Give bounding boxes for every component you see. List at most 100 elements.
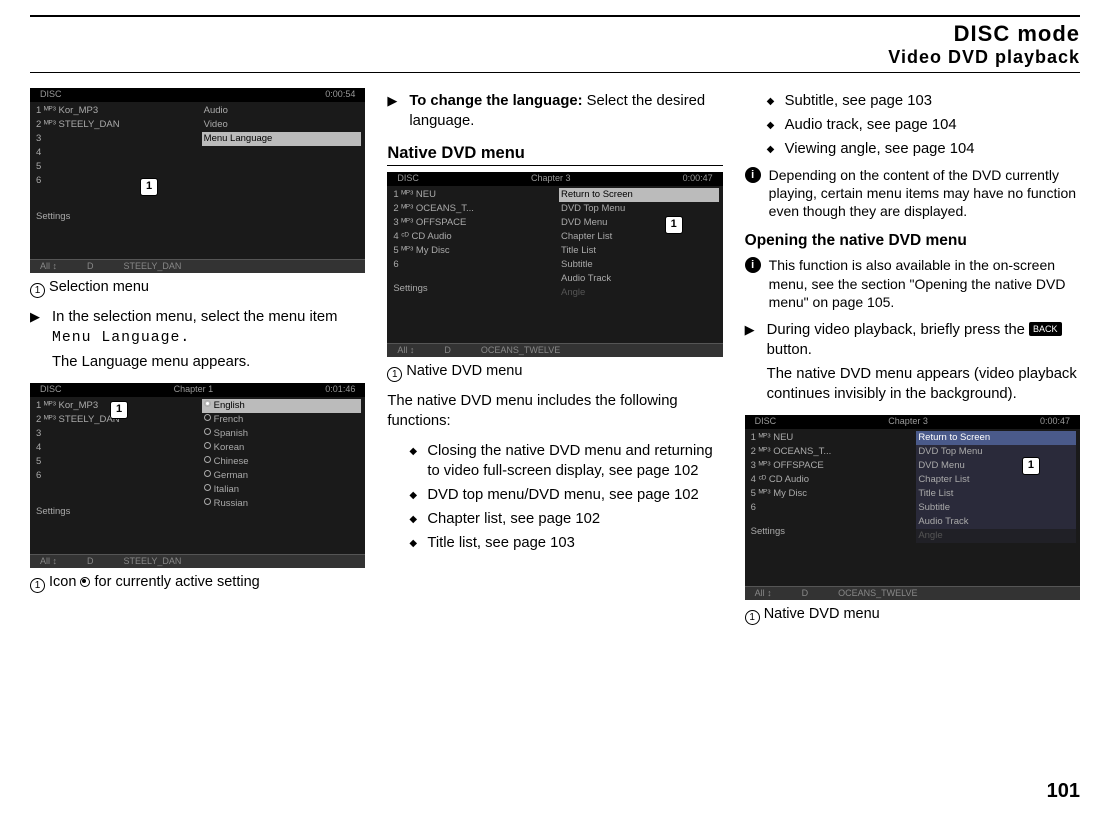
ss-chapter: Chapter 3 bbox=[888, 416, 928, 428]
ss-title: DISC bbox=[397, 173, 419, 185]
menu-item: Chapter List bbox=[916, 473, 1076, 487]
step-text: In the selection menu, select the menu i… bbox=[52, 308, 365, 349]
menu-item: Audio Track bbox=[916, 515, 1076, 529]
bullet-item: Viewing angle, see page 104 bbox=[767, 140, 1080, 160]
callout-1: 1 bbox=[140, 178, 158, 196]
bullet-item: Audio track, see page 104 bbox=[767, 116, 1080, 136]
bullet-item: Closing the native DVD menu and returnin… bbox=[409, 442, 722, 482]
lang-item: Chinese bbox=[202, 455, 362, 469]
screenshot-selection-menu: DISC 0:00:54 1 ᴹᴾ³ Kor_MP3 2 ᴹᴾ³ STEELY_… bbox=[30, 88, 365, 273]
heading-opening-native: Opening the native DVD menu bbox=[745, 232, 1080, 250]
list-item: 1 ᴹᴾ³ NEU bbox=[749, 431, 909, 445]
lang-item: German bbox=[202, 469, 362, 483]
menu-item: Audio bbox=[202, 104, 362, 118]
instruction-step: ▶ To change the language: Select the des… bbox=[387, 92, 722, 132]
list-item: 5 bbox=[34, 160, 194, 174]
lang-item: Korean bbox=[202, 441, 362, 455]
callout-1: 1 bbox=[1022, 457, 1040, 475]
ss-time: 0:00:47 bbox=[1040, 416, 1070, 428]
step-text: During video playback, briefly press the… bbox=[767, 321, 1080, 361]
settings-label: Settings bbox=[34, 210, 194, 224]
list-item: 4 ᶜᴰ CD Audio bbox=[391, 230, 551, 244]
lang-item: Russian bbox=[202, 497, 362, 511]
menu-item: Title List bbox=[559, 244, 719, 258]
list-item: 6 bbox=[34, 469, 194, 483]
menu-item: DVD Menu bbox=[559, 216, 719, 230]
list-item: 3 bbox=[34, 427, 194, 441]
info-note-1: i Depending on the content of the DVD cu… bbox=[745, 166, 1080, 221]
ss-time: 0:00:54 bbox=[325, 89, 355, 101]
menu-item: Audio Track bbox=[559, 272, 719, 286]
info-icon: i bbox=[745, 167, 761, 183]
caption-text-a: Icon bbox=[49, 574, 80, 590]
menu-item: Chapter List bbox=[559, 230, 719, 244]
header-title: DISC mode bbox=[30, 21, 1080, 47]
menu-item-selected: Return to Screen bbox=[559, 188, 719, 202]
lang-item: Italian bbox=[202, 483, 362, 497]
screenshot-native-dvd-1: DISC Chapter 3 0:00:47 1 ᴹᴾ³ NEU 2 ᴹᴾ³ O… bbox=[387, 172, 722, 357]
ss-bot: D bbox=[802, 588, 809, 599]
list-item: 2 ᴹᴾ³ OCEANS_T... bbox=[749, 445, 909, 459]
page-header: DISC mode Video DVD playback bbox=[30, 15, 1080, 73]
function-list-cont: Subtitle, see page 103 Audio track, see … bbox=[767, 92, 1080, 160]
list-item: 4 bbox=[34, 146, 194, 160]
ss-title: DISC bbox=[40, 89, 62, 101]
column-3: Subtitle, see page 103 Audio track, see … bbox=[745, 88, 1080, 635]
info-text: This function is also available in the o… bbox=[769, 256, 1080, 311]
caption-text: Selection menu bbox=[49, 279, 149, 295]
ss-chapter: Chapter 1 bbox=[174, 384, 214, 396]
caption-3: 1 Native DVD menu bbox=[387, 363, 722, 382]
ss-bot: D bbox=[87, 261, 94, 272]
list-item: 1 ᴹᴾ³ Kor_MP3 bbox=[34, 104, 194, 118]
ss-chapter: Chapter 3 bbox=[531, 173, 571, 185]
ss-title: DISC bbox=[40, 384, 62, 396]
paragraph: The Language menu appears. bbox=[52, 353, 365, 373]
function-list: Closing the native DVD menu and returnin… bbox=[409, 442, 722, 554]
circled-number: 1 bbox=[745, 610, 760, 625]
menu-item: DVD Menu bbox=[916, 459, 1076, 473]
ss-bot: OCEANS_TWELVE bbox=[838, 588, 917, 599]
caption-text-b: for currently active setting bbox=[95, 574, 260, 590]
circled-number: 1 bbox=[387, 367, 402, 382]
paragraph: The native DVD menu includes the followi… bbox=[387, 392, 722, 432]
caption-1: 1 Selection menu bbox=[30, 279, 365, 298]
header-subtitle: Video DVD playback bbox=[30, 47, 1080, 73]
list-item: 2 ᴹᴾ³ STEELY_DAN bbox=[34, 118, 194, 132]
settings-label: Settings bbox=[749, 525, 909, 539]
triangle-icon: ▶ bbox=[30, 308, 52, 325]
caption-text: Native DVD menu bbox=[406, 363, 522, 379]
lang-english: English bbox=[202, 399, 362, 413]
ss-bot: D bbox=[444, 345, 451, 356]
callout-1: 1 bbox=[110, 401, 128, 419]
menu-item: Subtitle bbox=[916, 501, 1076, 515]
caption-2: 1 Icon for currently active setting bbox=[30, 574, 365, 593]
caption-4: 1 Native DVD menu bbox=[745, 606, 1080, 625]
callout-1: 1 bbox=[665, 216, 683, 234]
menu-item: Title List bbox=[916, 487, 1076, 501]
bullet-item: Title list, see page 103 bbox=[409, 534, 722, 554]
bullet-item: DVD top menu/DVD menu, see page 102 bbox=[409, 486, 722, 506]
list-item: 5 bbox=[34, 455, 194, 469]
triangle-icon: ▶ bbox=[387, 92, 409, 109]
menu-item: Angle bbox=[916, 529, 1076, 543]
ss-title: DISC bbox=[755, 416, 777, 428]
column-1: DISC 0:00:54 1 ᴹᴾ³ Kor_MP3 2 ᴹᴾ³ STEELY_… bbox=[30, 88, 365, 635]
bullet-item: Subtitle, see page 103 bbox=[767, 92, 1080, 112]
list-item: 5 ᴹᴾ³ My Disc bbox=[749, 487, 909, 501]
back-button-icon: BACK bbox=[1029, 322, 1062, 336]
paragraph: The native DVD menu appears (video playb… bbox=[767, 365, 1080, 405]
list-item: 3 ᴹᴾ³ OFFSPACE bbox=[391, 216, 551, 230]
ss-bot: STEELY_DAN bbox=[124, 261, 182, 272]
menu-item: Angle bbox=[559, 286, 719, 300]
list-item: 1 ᴹᴾ³ NEU bbox=[391, 188, 551, 202]
menu-item: Subtitle bbox=[559, 258, 719, 272]
instruction-step: ▶ During video playback, briefly press t… bbox=[745, 321, 1080, 361]
list-item: 2 ᴹᴾ³ OCEANS_T... bbox=[391, 202, 551, 216]
list-item: 3 ᴹᴾ³ OFFSPACE bbox=[749, 459, 909, 473]
list-item: 6 bbox=[391, 258, 551, 272]
lang-item: French bbox=[202, 413, 362, 427]
info-icon: i bbox=[745, 257, 761, 273]
circled-number: 1 bbox=[30, 283, 45, 298]
menu-item: DVD Top Menu bbox=[559, 202, 719, 216]
list-item: 4 bbox=[34, 441, 194, 455]
